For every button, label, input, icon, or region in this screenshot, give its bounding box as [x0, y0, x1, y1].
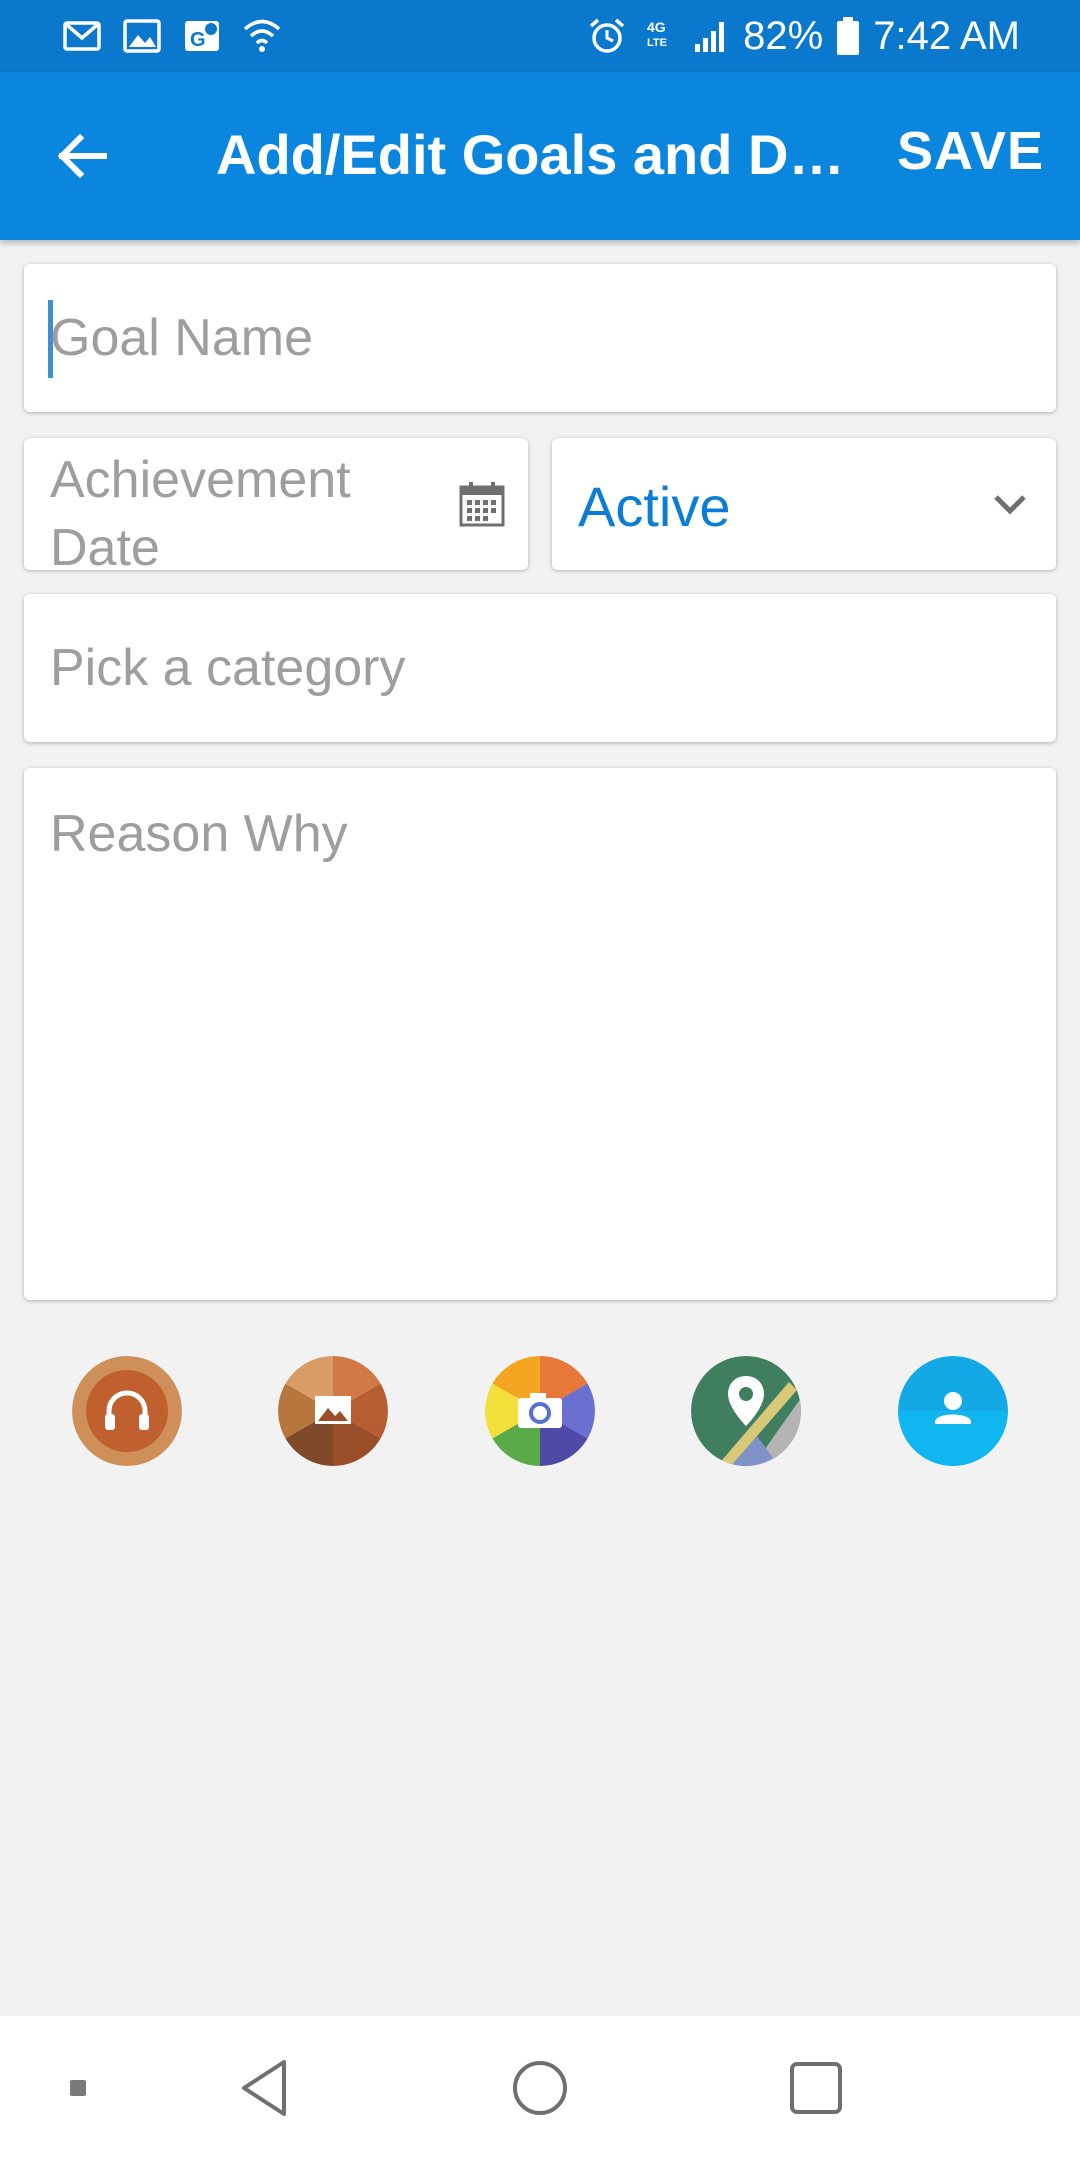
- attachment-bar: [0, 1356, 1080, 1466]
- achievement-date-field[interactable]: Achievement Date: [24, 438, 528, 570]
- goal-name-field[interactable]: Goal Name: [24, 264, 1056, 412]
- page-title: Add/Edit Goals and Dr…: [216, 123, 856, 186]
- add-contact-button[interactable]: [898, 1356, 1008, 1466]
- achievement-date-placeholder: Achievement Date: [50, 451, 351, 570]
- signal-icon: [695, 22, 725, 52]
- image-icon: [123, 19, 161, 53]
- alarm-icon: [590, 18, 625, 53]
- system-nav-bar: [0, 2016, 1080, 2160]
- nav-dot-indicator: [36, 2046, 120, 2130]
- lte-icon: 4G LTE: [647, 19, 667, 49]
- goal-name-placeholder: Goal Name: [50, 309, 313, 367]
- arrow-back-icon: [57, 133, 107, 179]
- battery-icon: [837, 17, 860, 55]
- add-location-button[interactable]: [691, 1356, 801, 1466]
- battery-percent: 82%: [743, 13, 824, 58]
- nav-recents-button[interactable]: [774, 2046, 858, 2130]
- gmail-icon: [63, 21, 101, 51]
- contact-icon: [898, 1356, 1008, 1466]
- gallery-icon: [278, 1356, 388, 1466]
- category-placeholder: Pick a category: [50, 639, 406, 697]
- triangle-back-icon: [242, 2060, 286, 2116]
- chevron-down-icon: [994, 495, 1026, 515]
- location-icon: [691, 1356, 801, 1466]
- circle-home-icon: [513, 2061, 567, 2115]
- nav-home-button[interactable]: [498, 2046, 582, 2130]
- save-button[interactable]: SAVE: [897, 120, 1044, 182]
- notification-icons: G: [62, 12, 282, 60]
- category-picker[interactable]: Pick a category: [24, 594, 1056, 742]
- add-audio-button[interactable]: [72, 1356, 182, 1466]
- app-bar: Add/Edit Goals and Dr… SAVE: [0, 72, 1080, 240]
- camera-icon: [485, 1356, 595, 1466]
- status-dropdown[interactable]: Active: [552, 438, 1056, 570]
- wifi-icon: [243, 19, 281, 52]
- svg-text:LTE: LTE: [647, 37, 667, 49]
- headphones-icon: [72, 1356, 182, 1466]
- svg-text:4G: 4G: [647, 19, 666, 35]
- status-selected-value: Active: [578, 475, 731, 538]
- reason-why-placeholder: Reason Why: [50, 805, 348, 863]
- take-photo-button[interactable]: [485, 1356, 595, 1466]
- square-recents-icon: [790, 2062, 842, 2114]
- svg-text:G: G: [190, 29, 206, 51]
- status-bar: G 4G LTE 82% 7:42 AM: [0, 0, 1080, 72]
- dot-icon: [70, 2080, 86, 2096]
- system-status: 4G LTE 82% 7:42 AM: [587, 0, 1020, 72]
- back-button[interactable]: [40, 114, 124, 198]
- calendar-icon[interactable]: [458, 480, 506, 528]
- maps-icon: G: [185, 21, 219, 51]
- add-image-button[interactable]: [278, 1356, 388, 1466]
- nav-back-button[interactable]: [222, 2046, 306, 2130]
- clock: 7:42 AM: [873, 13, 1020, 58]
- reason-why-textarea[interactable]: Reason Why: [24, 768, 1056, 1300]
